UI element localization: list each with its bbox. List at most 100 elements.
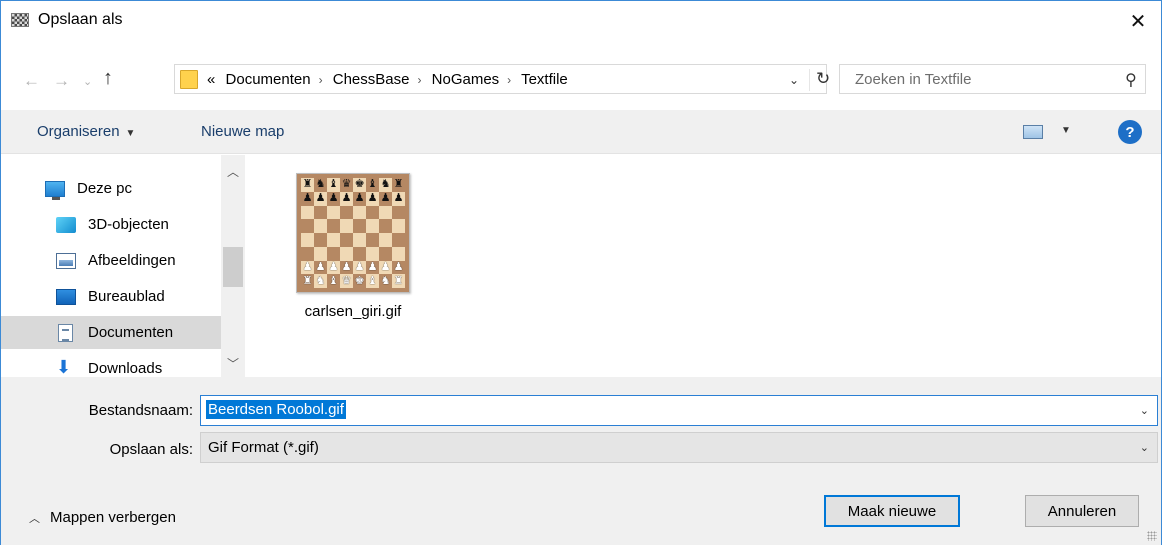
chess-piece-icon: ♜ [393,274,404,287]
title-bar: Opslaan als ✕ [1,1,1161,41]
chess-piece-icon: ♟ [341,260,352,273]
chess-piece-icon: ♞ [380,178,391,191]
address-dropdown-chevron-icon[interactable]: ⌄ [789,73,799,87]
sidebar-item-label: 3D-objecten [88,216,169,233]
search-icon[interactable]: ⚲ [1125,70,1137,90]
breadcrumb-item[interactable]: Documenten [226,71,311,88]
breadcrumb-separator-icon[interactable]: › [417,73,421,87]
board-square: ♟ [314,260,327,275]
chess-piece-icon: ♟ [328,260,339,273]
navigation-pane: Deze pc 3D-objecten Afbeeldingen Bureaub… [1,155,246,377]
board-square [340,205,353,220]
computer-icon [45,180,65,200]
board-square [327,233,340,247]
breadcrumb-separator-icon[interactable]: › [319,73,323,87]
organise-label: Organiseren [37,123,120,140]
up-arrow-icon[interactable]: ↑ [103,67,113,90]
board-square [301,219,314,233]
breadcrumb-overflow[interactable]: « [207,71,215,88]
filetype-select[interactable]: Gif Format (*.gif) ⌄ [200,432,1158,463]
chess-piece-icon: ♞ [380,274,391,287]
new-folder-button[interactable]: Nieuwe map [201,123,284,140]
scroll-down-chevron-icon[interactable]: ﹀ [227,355,239,372]
board-square [327,205,340,220]
help-icon[interactable]: ? [1118,120,1142,144]
board-square: ♟ [366,260,379,275]
view-options-caret-icon[interactable]: ▼ [1061,125,1071,136]
filename-dropdown-chevron-icon[interactable]: ⌄ [1140,404,1149,417]
sidebar-item-bureaublad[interactable]: Bureaublad [1,280,221,313]
search-input[interactable]: Zoeken in Textfile ⚲ [839,64,1146,94]
board-square: ♟ [392,260,405,275]
chess-piece-icon: ♞ [315,274,326,287]
filename-value[interactable]: Beerdsen Roobol.gif [206,400,346,419]
board-square: ♝ [366,178,379,192]
board-square [379,246,392,261]
sidebar-item-afbeeldingen[interactable]: Afbeeldingen [1,244,221,277]
save-options-panel: Bestandsnaam: Beerdsen Roobol.gif ⌄ Opsl… [1,377,1161,545]
address-bar[interactable]: « Documenten › ChessBase › NoGames › Textfi… [174,64,830,94]
cancel-button[interactable]: Annuleren [1025,495,1139,527]
recent-locations-chevron-icon[interactable]: ⌄ [83,75,92,88]
chess-piece-icon: ♝ [367,274,378,287]
breadcrumb: « Documenten › ChessBase › NoGames › Textfi… [207,71,574,88]
sidebar-item-3d-objecten[interactable]: 3D-objecten [1,208,221,241]
board-square: ♟ [392,191,405,206]
chessbase-app-icon [11,13,29,27]
downloads-icon [56,357,76,378]
breadcrumb-item[interactable]: NoGames [432,71,500,88]
board-square: ♞ [314,178,327,192]
folder-icon [180,70,198,89]
board-square: ♞ [379,274,392,288]
breadcrumb-item[interactable]: Textfile [521,71,568,88]
chess-piece-icon: ♟ [380,192,391,205]
desktop-icon [56,288,76,305]
chess-piece-icon: ♟ [367,260,378,273]
file-list: ♜ ♞ ♝ ♛ ♚ ♝ ♞ ♜ ♟ ♟ ♟ ♟ ♟ ♟ ♟ ♟ ♟ ♟ ♟ ♟ ♟ ♟ ♟ ♟ ♜ ♞ ♝ ♛ ♚ ♝ ♞ ♜ carlsen… [246,155,1161,377]
filetype-dropdown-chevron-icon[interactable]: ⌄ [1140,441,1149,454]
board-square: ♟ [327,191,340,206]
sidebar-item-downloads[interactable]: Downloads [1,352,221,378]
hide-folders-toggle[interactable]: ︿ Mappen verbergen [29,509,176,526]
scrollbar-thumb[interactable] [223,247,243,287]
chess-piece-icon: ♟ [354,260,365,273]
board-square: ♟ [379,191,392,206]
chess-piece-icon: ♟ [354,192,365,205]
board-square [353,205,366,220]
scroll-up-chevron-icon[interactable]: ︿ [227,163,239,180]
board-square: ♟ [340,260,353,275]
board-square [301,233,314,247]
board-square [301,205,314,220]
board-square: ♟ [353,260,366,275]
board-square: ♟ [301,191,314,206]
save-button[interactable]: Maak nieuwe [824,495,960,527]
chess-piece-icon: ♟ [302,192,313,205]
forward-arrow-icon[interactable]: → [53,71,70,91]
back-arrow-icon[interactable]: ← [23,71,40,91]
filename-field[interactable]: Beerdsen Roobol.gif ⌄ [200,395,1158,426]
board-square: ♛ [340,178,353,192]
board-square: ♟ [301,260,314,275]
board-square [392,233,405,247]
organise-menu-button[interactable]: Organiseren ▼ [37,123,135,140]
board-square [366,219,379,233]
breadcrumb-item[interactable]: ChessBase [333,71,410,88]
board-square: ♟ [366,191,379,206]
view-options-icon[interactable] [1023,125,1043,139]
close-button[interactable]: ✕ [1115,1,1161,41]
sidebar-item-documenten[interactable]: Documenten [1,316,221,349]
board-square [366,246,379,261]
sidebar-item-label: Bureaublad [88,288,165,305]
board-square: ♝ [366,274,379,288]
refresh-icon[interactable]: ↻ [809,69,830,91]
chess-piece-icon: ♚ [354,178,365,191]
sidebar-item-deze-pc[interactable]: Deze pc [1,172,221,205]
filename-label: Bestandsnaam: [88,402,193,419]
board-square: ♜ [392,274,405,288]
board-square [353,219,366,233]
board-square [379,219,392,233]
breadcrumb-separator-icon[interactable]: › [507,73,511,87]
navigation-scrollbar[interactable]: ︿ ﹀ [221,155,245,377]
resize-grip-icon[interactable] [1147,531,1157,541]
file-item[interactable]: ♜ ♞ ♝ ♛ ♚ ♝ ♞ ♜ ♟ ♟ ♟ ♟ ♟ ♟ ♟ ♟ ♟ ♟ ♟ ♟ ♟ ♟ ♟ ♟ ♜ ♞ ♝ ♛ ♚ ♝ ♞ ♜ carlsen… [283,173,423,320]
